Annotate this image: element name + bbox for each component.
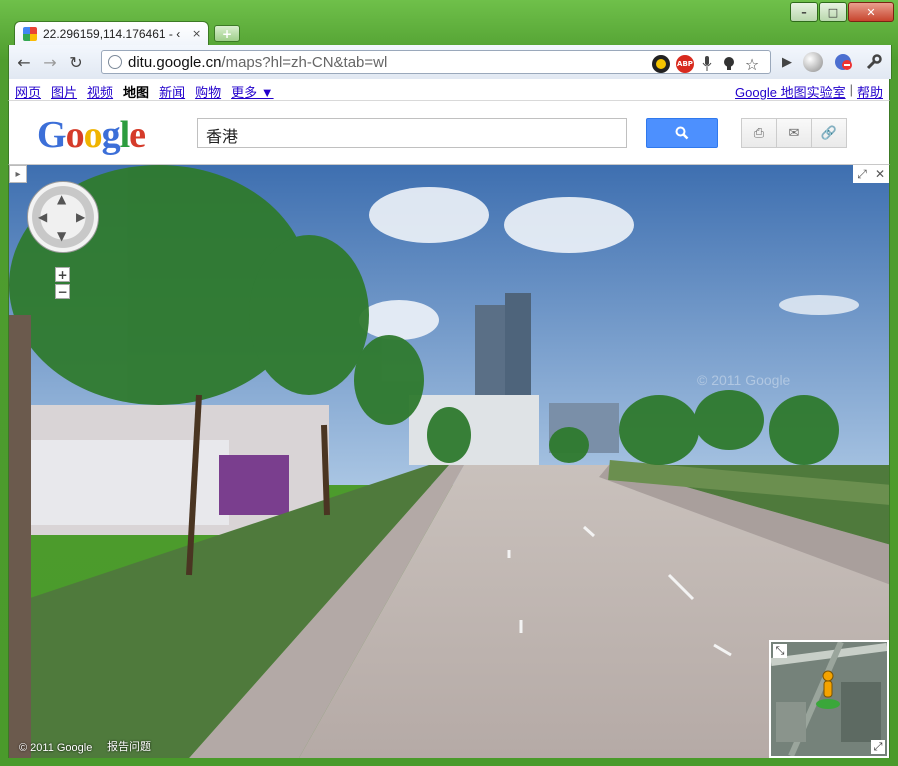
maps-header: Google 香港 ⎙ ✉ 🔗 [8, 101, 890, 165]
print-button[interactable]: ⎙ [741, 118, 777, 148]
print-icon: ⎙ [753, 125, 765, 141]
expand-icon[interactable]: ⤢ [853, 165, 871, 183]
minimize-button[interactable]: – [790, 2, 818, 22]
logo-letter: G [37, 114, 67, 156]
zoom-control: + − [55, 267, 70, 301]
tab-title: 22.296159,114.176461 - ‹ [43, 26, 181, 41]
zoom-in-button[interactable]: + [55, 267, 70, 282]
search-input[interactable]: 香港 [197, 118, 627, 148]
lightbulb-icon[interactable] [720, 55, 738, 73]
close-icon[interactable]: ✕ [871, 165, 889, 183]
window-controls: – □ ✕ [789, 2, 894, 22]
zoom-out-button[interactable]: − [55, 284, 70, 299]
gbar-link-shopping[interactable]: 购物 [195, 82, 221, 101]
microphone-icon[interactable] [700, 55, 714, 73]
logo-letter: e [129, 114, 146, 156]
user-extension-face [656, 59, 666, 69]
logo-letter: o [83, 114, 103, 156]
google-logo[interactable]: Google [37, 113, 146, 157]
globe-icon [108, 55, 122, 69]
street-scene [9, 165, 889, 758]
pan-up-icon[interactable]: ▲ [57, 192, 66, 206]
url-text: ditu.google.cn/maps?hl=zh-CN&tab=wl [128, 54, 387, 71]
close-window-button[interactable]: ✕ [848, 2, 894, 22]
help-link[interactable]: 帮助 [857, 82, 883, 101]
pan-right-icon[interactable]: ▶ [76, 210, 85, 224]
logo-letter: l [119, 114, 131, 156]
adblock-icon[interactable]: ABP [676, 55, 694, 73]
street-view-panorama[interactable]: © 2011 Google ▸ ⤢ ✕ ▲ ▼ ◀ ▶ + − © 2011 G… [8, 165, 890, 758]
maximize-button[interactable]: □ [819, 2, 847, 22]
url-path: /maps?hl=zh-CN&tab=wl [221, 53, 388, 71]
gbar-link-video[interactable]: 视频 [87, 82, 113, 101]
gbar-link-images[interactable]: 图片 [51, 82, 77, 101]
translate-extension-icon[interactable] [833, 52, 853, 72]
back-button[interactable]: ← [13, 51, 35, 73]
collapse-panel-button[interactable]: ▸ [9, 165, 27, 183]
search-button[interactable] [646, 118, 718, 148]
minimap-expand-icon[interactable]: ⤡ [773, 644, 787, 658]
bookmark-star-icon[interactable]: ☆ [742, 55, 762, 74]
link-icon: 🔗 [820, 125, 838, 141]
globe-extension-icon[interactable] [803, 52, 823, 72]
logo-letter: o [65, 114, 85, 156]
gbar-link-more[interactable]: 更多 ▼ [231, 82, 273, 101]
gbar-link-web[interactable]: 网页 [15, 82, 41, 101]
maps-labs-link[interactable]: Google 地图实验室 [735, 82, 846, 101]
report-problem-link[interactable]: 报告问题 [107, 738, 151, 754]
pan-control[interactable]: ▲ ▼ ◀ ▶ [27, 181, 99, 253]
google-bar: 网页 图片 视频 地图 新闻 购物 更多 ▼ Google 地图实验室 | 帮助 [8, 79, 890, 101]
new-tab-button[interactable]: + [214, 25, 240, 42]
panorama-watermark: © 2011 Google [697, 372, 791, 388]
gbar-link-maps: 地图 [123, 85, 150, 100]
url-host: ditu.google.cn [128, 53, 222, 71]
google-bar-right: Google 地图实验室 | 帮助 [735, 82, 883, 101]
pan-down-icon[interactable]: ▼ [57, 229, 66, 243]
email-button[interactable]: ✉ [776, 118, 812, 148]
browser-toolbar: ← → ↻ ditu.google.cn/maps?hl=zh-CN&tab=w… [8, 45, 892, 79]
search-icon [675, 126, 689, 140]
gbar-separator: | [849, 82, 853, 97]
wrench-icon[interactable] [865, 53, 883, 71]
gbar-link-news[interactable]: 新闻 [159, 82, 185, 101]
page-menu-button[interactable]: ▶ [779, 53, 795, 71]
email-icon: ✉ [788, 125, 800, 141]
maps-favicon-icon [23, 26, 37, 41]
browser-tab[interactable]: 22.296159,114.176461 - ‹ × [14, 21, 209, 45]
map-tools: ⎙ ✉ 🔗 [741, 118, 847, 148]
forward-button[interactable]: → [39, 51, 61, 73]
refresh-button[interactable]: ↻ [65, 51, 87, 73]
pegman-icon[interactable] [813, 670, 843, 710]
view-corner-controls: ⤢ ✕ [853, 165, 889, 183]
minimap-collapse-icon[interactable]: ⤢ [871, 740, 885, 754]
user-extension-icon[interactable] [652, 55, 670, 73]
minimap[interactable]: ⤡ ⤢ [769, 640, 889, 758]
logo-letter: g [101, 114, 121, 156]
address-bar[interactable]: ditu.google.cn/maps?hl=zh-CN&tab=wl ABP … [101, 50, 771, 74]
google-bar-links: 网页 图片 视频 地图 新闻 购物 更多 ▼ [15, 82, 274, 101]
pan-left-icon[interactable]: ◀ [38, 210, 47, 224]
tab-close-button[interactable]: × [192, 27, 201, 40]
link-button[interactable]: 🔗 [811, 118, 847, 148]
copyright-text: © 2011 Google [19, 742, 93, 754]
